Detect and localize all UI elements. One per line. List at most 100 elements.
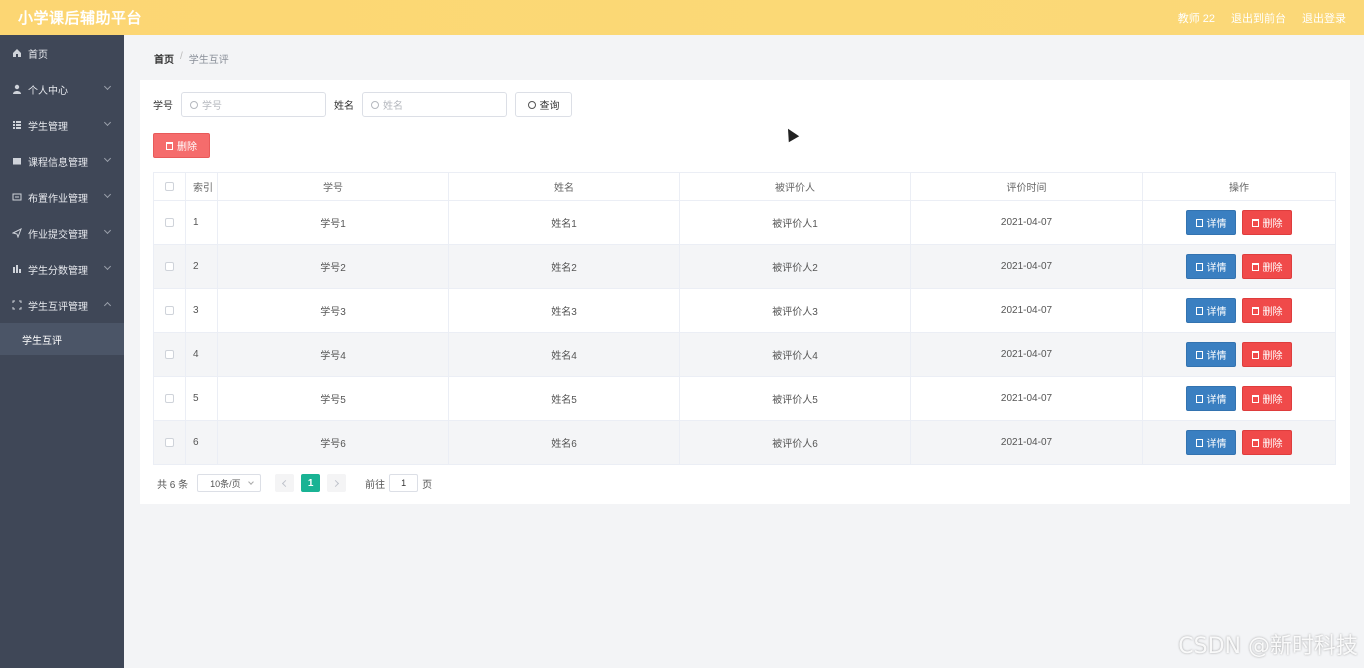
cell-name: 姓名1: [449, 201, 680, 245]
header-name: 姓名: [449, 173, 680, 201]
detail-button[interactable]: 详情: [1186, 386, 1236, 411]
breadcrumb: 首页 / 学生互评: [154, 51, 229, 66]
cell-actions: 详情 删除: [1143, 333, 1336, 377]
table-row: 4 学号4 姓名4 被评价人4 2021-04-07 详情 删除: [154, 333, 1336, 377]
table-row: 5 学号5 姓名5 被评价人5 2021-04-07 详情 删除: [154, 377, 1336, 421]
cell-time: 2021-04-07: [911, 201, 1143, 245]
document-icon: [1195, 218, 1203, 227]
row-checkbox[interactable]: [165, 262, 174, 271]
delete-button[interactable]: 删除: [1242, 210, 1292, 235]
sidebar-subitem-peer-review[interactable]: 学生互评: [0, 323, 124, 355]
document-icon: [1195, 438, 1203, 447]
next-page-button[interactable]: [327, 474, 347, 492]
chevron-right-icon: [332, 479, 340, 487]
checkbox[interactable]: [165, 182, 174, 191]
document-icon: [1195, 262, 1203, 271]
cell-time: 2021-04-07: [911, 377, 1143, 421]
chevron-left-icon: [282, 479, 290, 487]
cell-index: 4: [186, 333, 218, 377]
detail-label: 详情: [1206, 219, 1227, 230]
sidebar-item-submit[interactable]: 作业提交管理: [0, 215, 124, 251]
sidebar-item-scores[interactable]: 学生分数管理: [0, 251, 124, 287]
cell-name: 姓名5: [449, 377, 680, 421]
detail-button[interactable]: 详情: [1186, 342, 1236, 367]
delete-label: 删除: [1262, 219, 1283, 230]
breadcrumb-separator: /: [180, 51, 183, 62]
row-checkbox[interactable]: [165, 438, 174, 447]
row-checkbox[interactable]: [165, 218, 174, 227]
bulk-delete-button[interactable]: 删除: [153, 133, 210, 158]
trash-icon: [166, 141, 173, 150]
app-title: 小学课后辅助平台: [18, 10, 143, 27]
cell-target: 被评价人6: [680, 421, 911, 465]
sidebar-item-personal[interactable]: 个人中心: [0, 71, 124, 107]
chevron-down-icon: [103, 82, 112, 91]
breadcrumb-home[interactable]: 首页: [154, 51, 174, 66]
query-button[interactable]: 查询: [515, 92, 572, 117]
cell-target: 被评价人3: [680, 289, 911, 333]
watermark: CSDN @新时科技: [1178, 634, 1358, 659]
row-checkbox[interactable]: [165, 306, 174, 315]
sidebar-item-assign[interactable]: 布置作业管理: [0, 179, 124, 215]
chevron-down-icon: [103, 154, 112, 163]
search-icon: [527, 100, 536, 109]
row-checkbox[interactable]: [165, 350, 174, 359]
document-icon: [1195, 350, 1203, 359]
delete-button[interactable]: 删除: [1242, 342, 1292, 367]
delete-label: 删除: [1262, 307, 1283, 318]
sidebar-item-peer-review[interactable]: 学生互评管理: [0, 287, 124, 323]
search-form: 学号 学号 姓名 姓名 查询: [153, 92, 572, 117]
delete-button[interactable]: 删除: [1242, 386, 1292, 411]
detail-button[interactable]: 详情: [1186, 298, 1236, 323]
cell-target: 被评价人1: [680, 201, 911, 245]
sidebar: 首页 个人中心 学生管理 课程信息管理 布置作业管理 作业提交管理 学生分数管理…: [0, 35, 124, 668]
row-checkbox[interactable]: [165, 394, 174, 403]
search-icon: [190, 100, 198, 109]
content-panel: 学号 学号 姓名 姓名 查询 删除 索引 学号 姓名 被评价人 评价时间 操作: [140, 80, 1350, 504]
name-input[interactable]: 姓名: [362, 92, 507, 117]
trash-icon: [1251, 438, 1259, 447]
name-placeholder: 姓名: [383, 101, 403, 112]
logout-link[interactable]: 退出登录: [1302, 10, 1346, 26]
delete-label: 删除: [1262, 351, 1283, 362]
trash-icon: [1251, 394, 1259, 403]
delete-button[interactable]: 删除: [1242, 430, 1292, 455]
chevron-up-icon: [103, 301, 112, 310]
goto-page-input[interactable]: 1: [389, 474, 419, 492]
detail-button[interactable]: 详情: [1186, 210, 1236, 235]
cell-time: 2021-04-07: [911, 333, 1143, 377]
header-select-all[interactable]: [154, 173, 186, 201]
detail-label: 详情: [1206, 307, 1227, 318]
total-count: 共 6 条: [157, 479, 189, 491]
delete-button[interactable]: 删除: [1242, 254, 1292, 279]
sidebar-item-students[interactable]: 学生管理: [0, 107, 124, 143]
chevron-down-icon: [248, 479, 254, 485]
peer-review-table: 索引 学号 姓名 被评价人 评价时间 操作 1 学号1 姓名1 被评价人1 20…: [153, 172, 1336, 465]
cell-student-id: 学号2: [218, 245, 449, 289]
grid-icon: [12, 120, 22, 130]
cell-target: 被评价人5: [680, 377, 911, 421]
chevron-down-icon: [103, 262, 112, 271]
send-icon: [12, 228, 22, 238]
cell-student-id: 学号3: [218, 289, 449, 333]
prev-page-button[interactable]: [275, 474, 295, 492]
chevron-down-icon: [103, 190, 112, 199]
student-id-label: 学号: [153, 101, 173, 112]
cell-actions: 详情 删除: [1143, 421, 1336, 465]
page-number-current[interactable]: 1: [301, 474, 321, 492]
detail-label: 详情: [1206, 263, 1227, 274]
sidebar-item-home[interactable]: 首页: [0, 35, 124, 71]
to-front-link[interactable]: 退出到前台: [1231, 10, 1286, 26]
page-size-select[interactable]: 10条/页: [197, 474, 262, 492]
current-user: 教师 22: [1177, 12, 1215, 25]
detail-label: 详情: [1206, 395, 1227, 406]
cell-index: 1: [186, 201, 218, 245]
detail-button[interactable]: 详情: [1186, 430, 1236, 455]
cell-student-id: 学号6: [218, 421, 449, 465]
delete-button[interactable]: 删除: [1242, 298, 1292, 323]
table-header: 索引 学号 姓名 被评价人 评价时间 操作: [154, 173, 1336, 201]
cell-index: 6: [186, 421, 218, 465]
student-id-input[interactable]: 学号: [181, 92, 326, 117]
sidebar-item-courses[interactable]: 课程信息管理: [0, 143, 124, 179]
detail-button[interactable]: 详情: [1186, 254, 1236, 279]
